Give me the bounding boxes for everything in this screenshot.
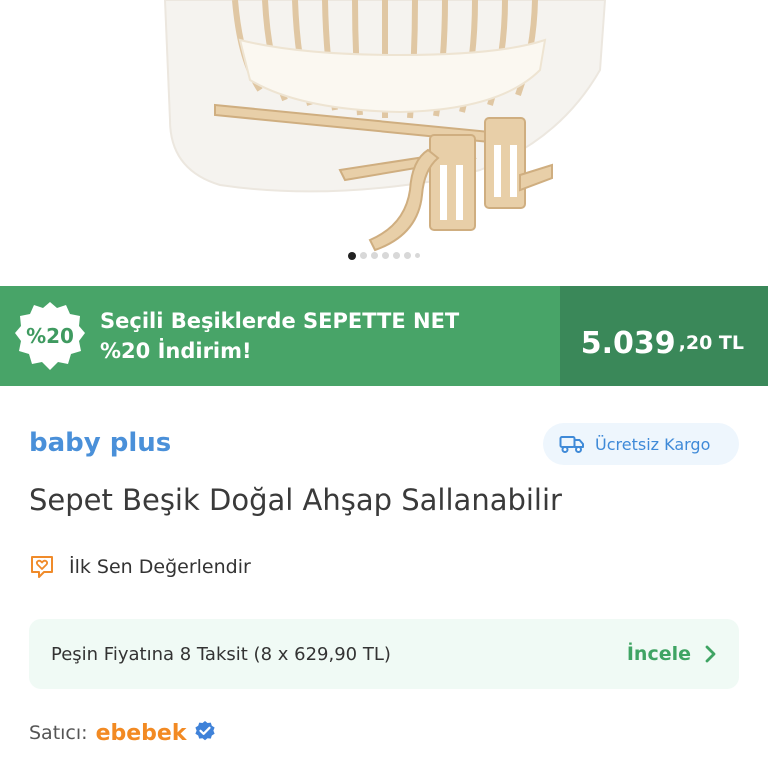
price-integer: 5.039 xyxy=(580,325,676,361)
installment-action[interactable]: İncele xyxy=(627,643,691,665)
brand-link[interactable]: baby plus xyxy=(29,428,171,458)
verified-badge-icon xyxy=(194,720,216,746)
carousel-dot[interactable] xyxy=(348,251,356,260)
installment-box[interactable]: Peşin Fiyatına 8 Taksit (8 x 629,90 TL) … xyxy=(29,619,739,689)
price-decimal: ,20 TL xyxy=(678,332,744,354)
discount-badge-icon: %20 xyxy=(14,300,86,372)
carousel-dot[interactable] xyxy=(393,252,400,259)
promo-price: 5.039 ,20 TL xyxy=(560,286,768,386)
installment-text: Peşin Fiyatına 8 Taksit (8 x 629,90 TL) xyxy=(51,643,391,665)
review-label: İlk Sen Değerlendir xyxy=(69,556,251,578)
promo-text: Seçili Beşiklerde SEPETTE NET %20 İndiri… xyxy=(100,306,459,366)
product-image[interactable] xyxy=(0,0,768,286)
write-review[interactable]: İlk Sen Değerlendir xyxy=(29,554,251,580)
carousel-indicator[interactable] xyxy=(0,251,768,260)
product-title: Sepet Beşik Doğal Ahşap Sallanabilir xyxy=(29,483,562,517)
product-photo xyxy=(163,0,607,252)
carousel-dot[interactable] xyxy=(382,252,389,259)
promo-line-1: Seçili Beşiklerde SEPETTE NET xyxy=(100,309,460,333)
carousel-dot[interactable] xyxy=(404,252,411,259)
promo-left: %20 Seçili Beşiklerde SEPETTE NET %20 İn… xyxy=(0,286,560,386)
promo-banner[interactable]: %20 Seçili Beşiklerde SEPETTE NET %20 İn… xyxy=(0,286,768,386)
discount-badge-text: %20 xyxy=(26,324,74,348)
promo-line-2: %20 İndirim! xyxy=(100,339,252,363)
carousel-dot[interactable] xyxy=(371,252,378,259)
heart-chat-icon xyxy=(29,554,55,580)
carousel-dot[interactable] xyxy=(415,253,420,258)
free-shipping-badge[interactable]: Ücretsiz Kargo xyxy=(543,423,739,465)
seller-label: Satıcı: xyxy=(29,722,88,744)
seller-row: Satıcı: ebebek xyxy=(29,720,216,746)
seller-name[interactable]: ebebek xyxy=(96,721,187,746)
carousel-dot[interactable] xyxy=(360,252,367,259)
free-shipping-label: Ücretsiz Kargo xyxy=(595,434,711,454)
chevron-right-icon[interactable] xyxy=(705,645,717,663)
truck-icon xyxy=(559,434,585,454)
